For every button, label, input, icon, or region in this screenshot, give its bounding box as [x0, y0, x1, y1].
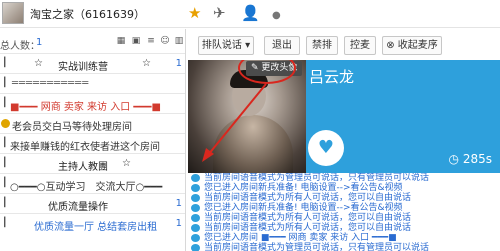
collapse-icon: ⊗ [386, 40, 395, 51]
room-suffix: ☆ [122, 158, 131, 169]
speech-icon [191, 194, 200, 202]
total-count-value: 1 [36, 37, 43, 48]
room-name: ═══════════ [12, 78, 90, 89]
more-icon[interactable]: ● [272, 7, 281, 25]
speech-icon [191, 184, 200, 192]
mic-toolbar: 排队说话 ▾ 退出 禁排 控麦 ⊗ 收起麦序 [188, 36, 500, 56]
room-name: ○━━━○互动学习 交流大厅○━━━ [10, 182, 163, 193]
heart-icon[interactable]: ♥ [308, 130, 344, 166]
room-count: 1 [175, 198, 182, 209]
speech-icon [191, 224, 200, 232]
room-suffix: ☆ [142, 58, 151, 69]
speak-mode-label: 排队说话 [201, 40, 242, 51]
room-grip-icon: ┃ [2, 158, 8, 168]
total-count-row: 总人数： 1 ▦ ▣ ≡ ☺ ▥ [0, 35, 185, 52]
room-grip-icon: ┃ [2, 198, 8, 208]
room-item[interactable]: 老会员交白马等待处理房间 [0, 113, 185, 133]
room-grip-icon: ┃ [2, 178, 8, 188]
ban-button[interactable]: 禁排 [306, 36, 338, 55]
total-count-label: 总人数： [0, 41, 40, 52]
room-grip-icon: ┃ [2, 58, 8, 68]
speech-icon [191, 204, 200, 212]
chart-icon[interactable]: ▥ [174, 36, 184, 46]
chat-log[interactable]: 当前房间语音模式为管理员可说话，只有管理员可以说话 您已进入房间新兵准备! 电脑… [188, 173, 500, 251]
speak-timer: ◷ 285s [449, 152, 492, 166]
plane-icon[interactable]: ✈ [213, 4, 226, 22]
room-item[interactable]: ┃ ○━━━○互动学习 交流大厅○━━━ [0, 173, 185, 193]
room-grip-icon: ┃ [2, 78, 8, 88]
room-name: ■━━━ 网商 卖家 来访 入口 ━━━■ [10, 102, 161, 113]
speech-icon [191, 234, 200, 242]
room-status-icon [1, 119, 10, 128]
grid-icon[interactable]: ▦ [116, 36, 126, 46]
speaker-nickname: 吕云龙 [309, 68, 355, 86]
room-list-panel: 总人数： 1 ▦ ▣ ≡ ☺ ▥ ┃ ☆ 实战训练营 ☆ 1 ┃ ═══════… [0, 29, 186, 251]
timer-value: 285s [462, 152, 492, 166]
room-grip-icon: ┃ [2, 218, 8, 228]
room-item[interactable]: ┃ 优质流量一厅 总结套房出租 1 [0, 213, 185, 233]
exit-button[interactable]: 退出 [264, 36, 300, 55]
room-name: 来接单赚钱的红衣使者进这个房间 [10, 142, 160, 153]
speak-mode-select[interactable]: 排队说话 ▾ [198, 36, 254, 55]
room-count: 1 [175, 218, 182, 229]
room-item[interactable]: ┃ ■━━━ 网商 卖家 来访 入口 ━━━■ [0, 93, 185, 113]
collapse-mic-queue-button[interactable]: ⊗ 收起麦序 [382, 36, 442, 55]
collapse-label: 收起麦序 [397, 40, 438, 51]
room-name: 老会员交白马等待处理房间 [12, 122, 132, 133]
user-add-icon[interactable]: 👤 [241, 4, 260, 22]
room-item[interactable]: ┃ 来接单赚钱的红衣使者进这个房间 [0, 133, 185, 153]
room-name: 优质流量一厅 总结套房出租 [34, 222, 158, 233]
window-title: 淘宝之家（6161639） [30, 8, 145, 21]
room-name: 优质流量操作 [48, 202, 108, 213]
speaker-card: ✎ 更改头像 吕云龙 ♥ ◷ 285s [188, 60, 500, 173]
list-icon[interactable]: ≡ [146, 36, 156, 46]
control-mic-button[interactable]: 控麦 [344, 36, 376, 55]
room-count: 1 [175, 58, 182, 69]
chevron-down-icon: ▾ [245, 40, 251, 51]
room-name: 实战训练营 [58, 62, 108, 73]
room-name: 主持人教團 [58, 162, 108, 173]
user-icon[interactable]: ☺ [160, 36, 170, 46]
room-grip-icon: ┃ [2, 98, 8, 108]
star-icon[interactable]: ★ [188, 4, 201, 22]
lock-icon[interactable]: ▣ [131, 36, 141, 46]
speech-icon [191, 244, 200, 251]
room-item[interactable]: ┃ 主持人教團 ☆ [0, 153, 185, 173]
room-prefix: ☆ [34, 58, 43, 69]
speech-icon [191, 174, 200, 182]
room-grip-icon: ┃ [2, 138, 8, 148]
title-bar: 淘宝之家（6161639） ★ ✈ 👤 ● [0, 0, 500, 28]
clock-icon: ◷ [448, 152, 460, 166]
room-item[interactable]: ┃ ☆ 实战训练营 ☆ 1 [0, 53, 185, 73]
chat-message: 当前房间语音模式为管理员可说话，只有管理员可以说话 [188, 243, 500, 251]
speech-icon [191, 214, 200, 222]
channel-avatar[interactable] [2, 2, 24, 24]
room-item[interactable]: ┃ ═══════════ [0, 73, 185, 93]
room-item[interactable]: ┃ 优质流量操作 1 [0, 193, 185, 213]
